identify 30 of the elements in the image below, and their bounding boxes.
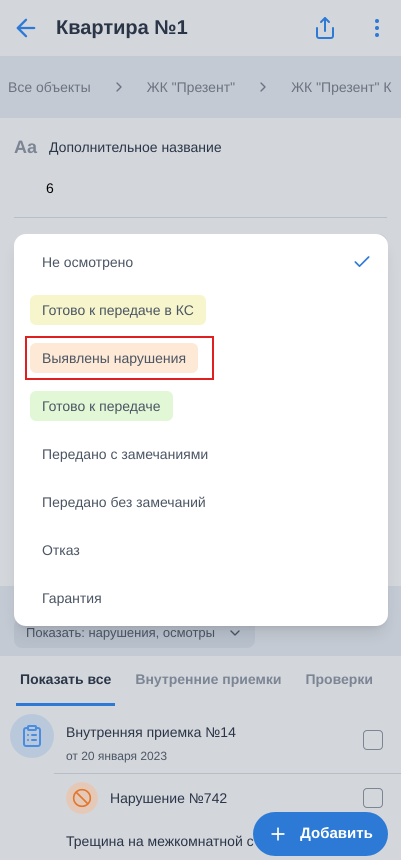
status-label: Отказ (41, 541, 81, 560)
status-label: Не осмотрено (41, 253, 134, 272)
status-option[interactable]: Отказ (14, 526, 388, 574)
status-label: Готово к передаче в КС (30, 295, 206, 325)
item-title: Нарушение №742 (110, 788, 228, 808)
status-option[interactable]: Не осмотрено (14, 238, 388, 286)
field-label: Дополнительное название (49, 138, 222, 157)
add-button[interactable]: Добавить (253, 812, 388, 856)
ban-icon (66, 782, 98, 814)
share-icon[interactable] (313, 16, 337, 40)
clipboard-icon (10, 714, 54, 758)
item-title: Внутренняя приемка №14 (66, 723, 237, 742)
status-label: Выявлены нарушения (30, 343, 198, 373)
status-label: Передано с замечаниями (41, 445, 210, 464)
status-option[interactable]: Готово к передаче (14, 382, 388, 430)
page-title: Квартира №1 (56, 16, 189, 41)
status-option[interactable]: Передано с замечаниями (14, 430, 388, 478)
checkbox[interactable] (363, 730, 383, 750)
status-label: Гарантия (41, 589, 103, 608)
text-type-icon: Aa (14, 134, 38, 161)
item-date: от 20 января 2023 (66, 748, 168, 765)
status-option[interactable]: Готово к передаче в КС (14, 286, 388, 334)
field-value: 6 (46, 180, 54, 196)
checkbox[interactable] (363, 788, 383, 808)
status-option[interactable]: Передано без замечаний (14, 478, 388, 526)
tab[interactable]: Показать все (16, 656, 116, 706)
status-label: Готово к передаче (30, 391, 172, 421)
item-description: Трещина на межкомнатной с (66, 833, 254, 849)
status-label: Передано без замечаний (41, 493, 207, 512)
status-option[interactable]: Выявлены нарушения (14, 334, 388, 382)
